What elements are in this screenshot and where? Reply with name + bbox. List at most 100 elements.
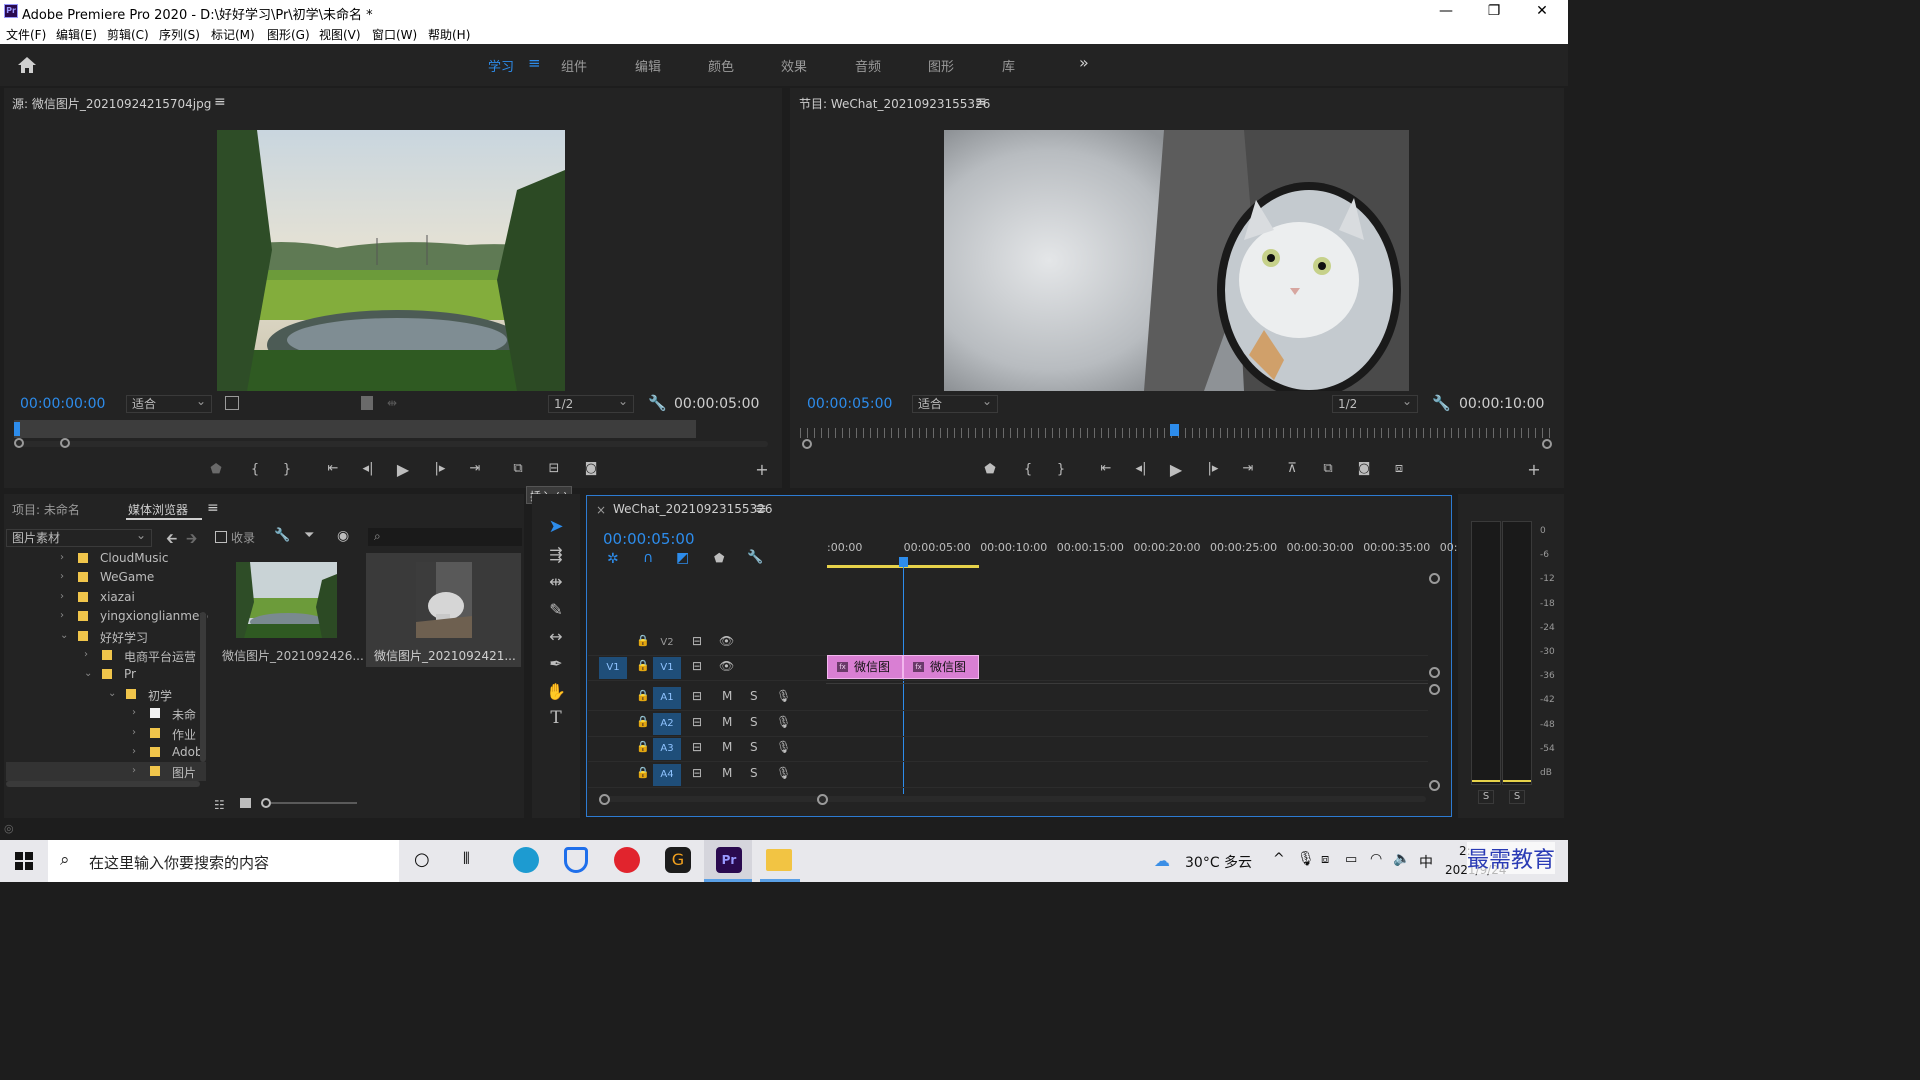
chevron-right-icon[interactable]: › — [60, 591, 64, 602]
close-sequence-icon[interactable]: × — [596, 503, 606, 517]
panel-menu-icon[interactable]: ≡ — [975, 94, 987, 110]
chevron-right-icon[interactable]: › — [60, 552, 64, 563]
icon-view-icon[interactable] — [240, 798, 251, 808]
wrench-icon[interactable]: 🔧 — [1432, 394, 1451, 412]
folder-tree-item[interactable]: › yingxionglianmeng — [6, 607, 208, 626]
folder-tree-item[interactable]: › 作业 — [6, 724, 206, 743]
go-to-in-icon[interactable]: ⇤ — [323, 461, 343, 476]
vscroll-handle[interactable] — [1429, 780, 1440, 791]
windows-start-icon[interactable] — [15, 852, 33, 870]
mark-out-icon[interactable]: } — [277, 462, 297, 477]
voice-over-mic-icon[interactable]: 🎙 — [776, 689, 791, 703]
timeline-settings-wrench-icon[interactable]: 🔧 — [747, 550, 763, 565]
maximize-button[interactable]: ❐ — [1484, 3, 1504, 21]
add-marker-icon[interactable]: ⬟ — [206, 462, 226, 477]
source-time-ruler[interactable] — [14, 420, 696, 438]
linked-selection-icon[interactable]: ◩ — [676, 550, 689, 566]
workspace-tab-libraries[interactable]: 库 — [1002, 56, 1015, 75]
source-timecode[interactable]: 00:00:00:00 — [20, 396, 105, 412]
folder-tree-item[interactable]: ⌄ 好好学习 — [6, 627, 206, 646]
mark-in-icon[interactable]: { — [245, 462, 265, 477]
chevron-down-icon[interactable]: ⌄ — [84, 668, 92, 679]
screen-capture-icon[interactable]: ⧈ — [1321, 852, 1329, 867]
button-editor-icon[interactable]: + — [1524, 460, 1544, 479]
edge-browser-icon[interactable] — [513, 847, 539, 873]
folder-tree-item[interactable]: › Adob — [6, 743, 206, 762]
export-frame-icon[interactable]: ◙ — [581, 461, 601, 476]
wifi-icon[interactable]: ◠ — [1370, 851, 1382, 867]
add-marker-icon[interactable]: ⬟ — [980, 462, 1000, 477]
menu-edit[interactable]: 编辑(E) — [56, 26, 97, 43]
overwrite-icon[interactable]: ⊟ — [544, 461, 564, 476]
security-shield-icon[interactable] — [564, 847, 588, 873]
export-frame-icon[interactable]: ◙ — [1354, 461, 1374, 476]
premiere-taskbar-icon[interactable]: Pr — [716, 847, 742, 873]
workspace-tab-editing[interactable]: 编辑 — [635, 56, 661, 75]
solo-button[interactable]: S — [750, 715, 758, 729]
program-zoom-handle-right[interactable] — [1542, 439, 1552, 449]
track-target-toggle[interactable]: A4 — [653, 764, 681, 786]
snap-icon[interactable]: ∩ — [643, 550, 653, 566]
lock-icon[interactable]: 🔒 — [636, 689, 650, 702]
sequence-tab-name[interactable]: WeChat_20210923155326 — [613, 502, 772, 516]
wrench-icon[interactable]: 🔧 — [274, 528, 290, 543]
workspace-more-button[interactable]: » — [1079, 53, 1089, 72]
step-back-icon[interactable]: ◂| — [1131, 461, 1151, 476]
sync-lock-icon[interactable]: ⊟ — [692, 689, 702, 703]
lock-icon[interactable]: 🔒 — [636, 766, 650, 779]
view-eye-icon[interactable]: ◉ — [337, 528, 349, 544]
source-playhead[interactable] — [14, 422, 20, 436]
workspace-menu-icon[interactable]: ≡ — [528, 54, 541, 72]
folder-tree-item[interactable]: ⌄ 初学 — [6, 685, 206, 704]
menu-window[interactable]: 窗口(W) — [372, 26, 417, 43]
folder-tree-item[interactable]: › 图片 — [6, 762, 206, 782]
sync-lock-icon[interactable]: ⊟ — [692, 634, 702, 648]
chevron-right-icon[interactable]: › — [84, 649, 88, 660]
program-zoom-handle-left[interactable] — [802, 439, 812, 449]
step-forward-icon[interactable]: |▸ — [430, 461, 450, 476]
go-to-in-icon[interactable]: ⇤ — [1096, 461, 1116, 476]
filter-icon[interactable]: ⏷ — [304, 528, 314, 543]
type-tool-icon[interactable]: T — [546, 708, 566, 728]
g-app-icon[interactable]: G — [665, 847, 691, 873]
menu-clip[interactable]: 剪辑(C) — [107, 26, 149, 43]
step-back-icon[interactable]: ◂| — [358, 461, 378, 476]
toggle-output-eye-icon[interactable]: 👁 — [719, 634, 734, 648]
home-icon[interactable] — [17, 56, 37, 74]
menu-marker[interactable]: 标记(M) — [211, 26, 255, 43]
chevron-right-icon[interactable]: › — [132, 727, 136, 738]
source-resolution-dropdown[interactable]: 1/2 — [548, 393, 634, 413]
go-to-out-icon[interactable]: ⇥ — [1238, 461, 1258, 476]
menu-sequence[interactable]: 序列(S) — [159, 26, 200, 43]
media-thumb[interactable]: 微信图片_2021092426... — [212, 553, 364, 667]
add-marker-icon[interactable]: ⬟ — [714, 551, 724, 565]
solo-button[interactable]: S — [750, 689, 758, 703]
timeline-clip[interactable]: fx 微信图 — [903, 655, 979, 679]
workspace-tab-color[interactable]: 颜色 — [708, 56, 734, 75]
list-view-icon[interactable]: ☷ — [214, 798, 225, 812]
source-patch-target[interactable]: V1 — [599, 657, 627, 679]
pen-tool-icon[interactable]: ✒ — [546, 654, 566, 674]
menu-file[interactable]: 文件(F) — [6, 26, 46, 43]
tab-project[interactable]: 项目: 未命名 — [12, 501, 80, 518]
voice-over-mic-icon[interactable]: 🎙 — [776, 715, 791, 729]
play-icon[interactable]: ▶ — [393, 460, 413, 479]
minimize-button[interactable]: — — [1436, 3, 1456, 21]
chevron-down-icon[interactable]: ⌄ — [108, 688, 116, 699]
selection-tool-icon[interactable]: ➤ — [546, 516, 566, 537]
slip-tool-icon[interactable]: ↔ — [546, 627, 566, 647]
panel-menu-icon[interactable]: ≡ — [755, 501, 767, 517]
battery-icon[interactable]: ▭ — [1345, 852, 1357, 867]
file-explorer-icon[interactable] — [766, 849, 792, 871]
voice-over-mic-icon[interactable]: 🎙 — [776, 766, 791, 780]
track-target-toggle[interactable]: V2 — [653, 632, 681, 654]
workspace-tab-assembly[interactable]: 组件 — [561, 56, 587, 75]
mute-button[interactable]: M — [722, 715, 732, 729]
weather-text[interactable]: 30°C 多云 — [1185, 852, 1252, 872]
chevron-right-icon[interactable]: › — [132, 765, 136, 776]
toggle-output-eye-icon[interactable]: 👁 — [719, 659, 734, 673]
cortana-icon[interactable]: ○ — [414, 849, 430, 870]
drag-audio-icon[interactable]: ⇹ — [387, 396, 397, 410]
go-to-out-icon[interactable]: ⇥ — [465, 461, 485, 476]
volume-icon[interactable]: 🔈 — [1393, 851, 1410, 867]
